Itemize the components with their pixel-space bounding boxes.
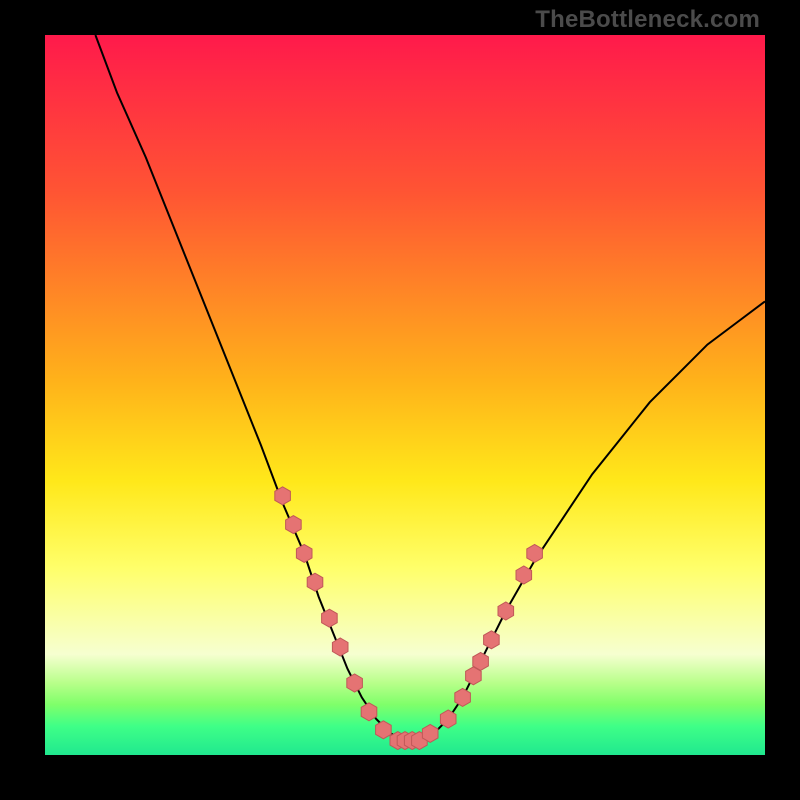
data-marker	[527, 544, 543, 562]
bottleneck-curve	[95, 35, 765, 741]
data-marker	[296, 544, 312, 562]
watermark-text: TheBottleneck.com	[535, 6, 760, 34]
chart-overlay	[45, 35, 765, 755]
data-marker	[440, 710, 456, 728]
data-marker	[361, 703, 377, 721]
data-marker	[516, 566, 532, 584]
data-marker	[286, 516, 302, 534]
data-marker	[322, 609, 338, 627]
data-marker	[498, 602, 514, 620]
data-marker	[376, 721, 392, 739]
data-marker	[347, 674, 363, 692]
chart-frame: TheBottleneck.com	[0, 0, 800, 800]
data-marker	[455, 688, 471, 706]
data-marker	[422, 724, 438, 742]
marker-group	[275, 487, 543, 750]
data-marker	[484, 631, 500, 649]
data-marker	[332, 638, 348, 656]
data-marker	[307, 573, 323, 591]
data-marker	[473, 652, 489, 670]
data-marker	[275, 487, 291, 505]
plot-area	[45, 35, 765, 755]
